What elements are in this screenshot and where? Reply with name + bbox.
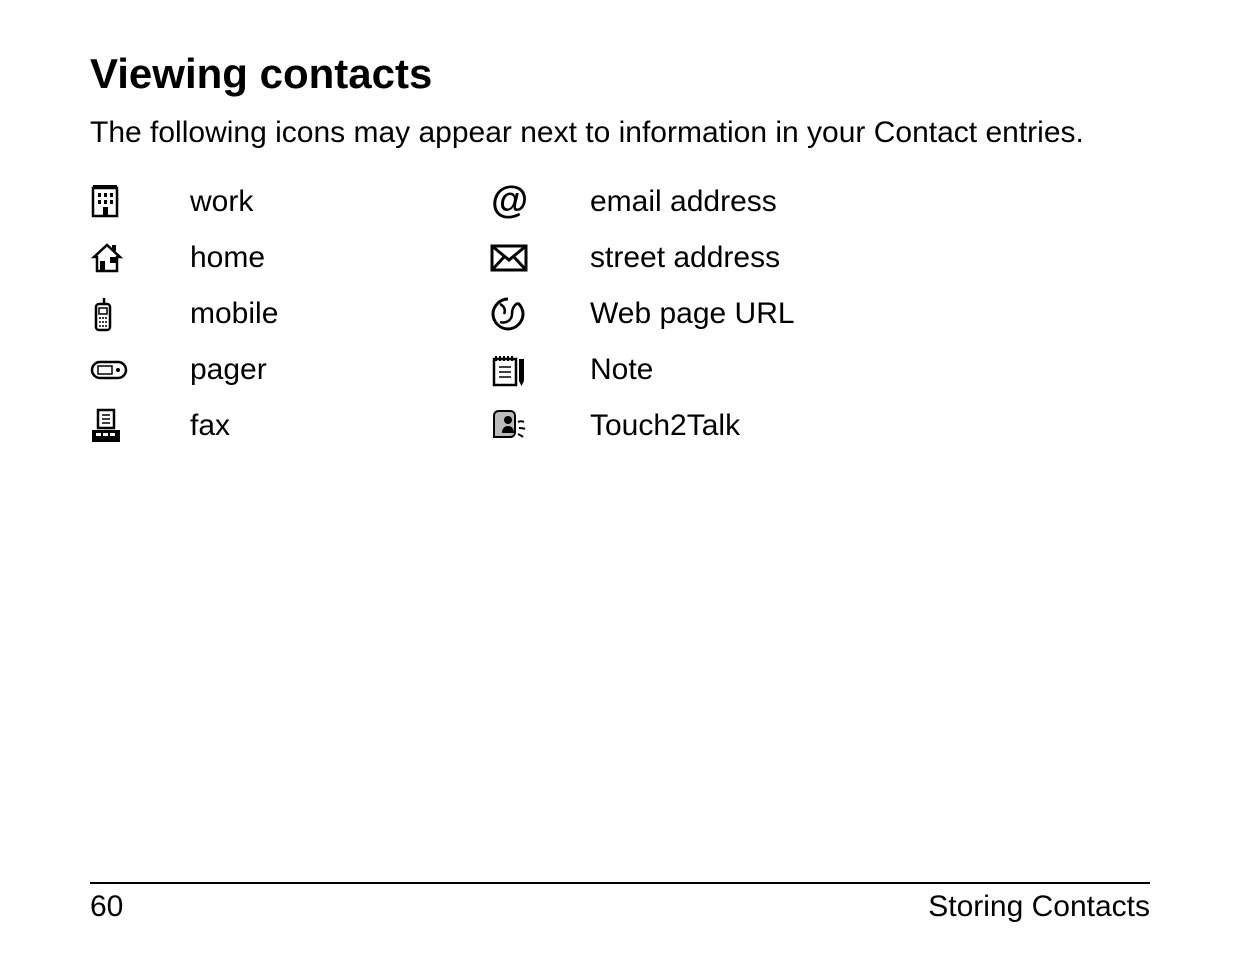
- notepad-icon: [490, 353, 590, 387]
- section-title: Storing Contacts: [928, 890, 1150, 924]
- legend-row: fax: [90, 398, 490, 454]
- house-icon: [90, 243, 190, 273]
- legend-column-left: work home: [90, 174, 490, 454]
- legend-row: mobile: [90, 286, 490, 342]
- legend-label: work: [190, 185, 253, 219]
- legend-label: street address: [590, 241, 780, 275]
- pager-icon: [90, 358, 190, 382]
- legend-row: Touch2Talk: [490, 398, 990, 454]
- mobile-phone-icon: [90, 296, 190, 332]
- svg-text:@: @: [490, 183, 527, 221]
- icon-legend: work home: [90, 174, 1145, 454]
- legend-row: @ email address: [490, 174, 990, 230]
- legend-label: email address: [590, 185, 777, 219]
- building-icon: [90, 185, 190, 219]
- legend-label: home: [190, 241, 265, 275]
- legend-label: Touch2Talk: [590, 409, 740, 443]
- fax-icon: [90, 408, 190, 444]
- legend-row: Note: [490, 342, 990, 398]
- page-number: 60: [90, 890, 123, 924]
- legend-label: Web page URL: [590, 297, 795, 331]
- legend-label: mobile: [190, 297, 278, 331]
- legend-row: street address: [490, 230, 990, 286]
- talking-head-icon: [490, 408, 590, 444]
- globe-icon: [490, 296, 590, 332]
- at-sign-icon: @: [490, 183, 590, 221]
- page-title: Viewing contacts: [90, 50, 1145, 98]
- legend-row: Web page URL: [490, 286, 990, 342]
- page-footer: 60 Storing Contacts: [90, 882, 1150, 924]
- legend-row: work: [90, 174, 490, 230]
- envelope-icon: [490, 244, 590, 272]
- legend-row: home: [90, 230, 490, 286]
- legend-label: pager: [190, 353, 267, 387]
- legend-label: fax: [190, 409, 230, 443]
- legend-label: Note: [590, 353, 653, 387]
- legend-row: pager: [90, 342, 490, 398]
- legend-column-right: @ email address street address: [490, 174, 990, 454]
- intro-text: The following icons may appear next to i…: [90, 116, 1145, 150]
